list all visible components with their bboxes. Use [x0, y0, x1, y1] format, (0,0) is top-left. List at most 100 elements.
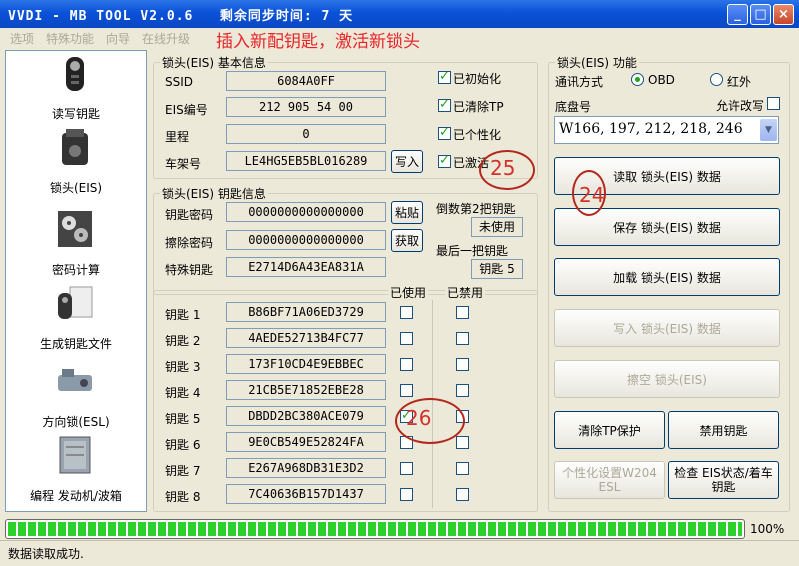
sidebar-item-label: 读写钥匙 [51, 107, 100, 121]
tp-cleared-label: 已清除TP [453, 100, 504, 114]
sidebar-item-label: 方向锁(ESL) [42, 415, 110, 429]
sidebar-item-label: 锁头(EIS) [49, 181, 103, 195]
allow-modify-checkbox[interactable] [767, 97, 780, 110]
menu-options[interactable]: 选项 [10, 30, 34, 47]
ssid-value: 6084A0FF [226, 71, 386, 91]
second-last-key-value: 未使用 [471, 217, 523, 237]
key-disabled-checkbox[interactable] [456, 332, 469, 345]
group-title: 锁头(EIS) 钥匙信息 [162, 187, 266, 201]
annotation-number: 24 [579, 183, 605, 207]
key-disabled-checkbox[interactable] [456, 306, 469, 319]
key-used-checkbox[interactable] [400, 306, 413, 319]
write-eis-button[interactable]: 写入 锁头(EIS) 数据 [554, 309, 780, 347]
sidebar-item-password-calc[interactable]: 密码计算 [6, 209, 146, 279]
sidebar-item-key-file[interactable]: 生成钥匙文件 [6, 283, 146, 353]
key-used-checkbox[interactable] [400, 332, 413, 345]
key-used-checkbox[interactable] [400, 384, 413, 397]
status-bar: 数据读取成功. [0, 540, 799, 566]
key-disabled-checkbox[interactable] [456, 384, 469, 397]
special-key-value: E2714D6A43EA831A [226, 257, 386, 277]
close-button[interactable]: × [773, 4, 794, 25]
progress-fill [8, 522, 742, 536]
key-disabled-checkbox[interactable] [456, 436, 469, 449]
load-eis-button[interactable]: 加载 锁头(EIS) 数据 [554, 258, 780, 296]
last-key-value: 钥匙 5 [471, 259, 523, 279]
key-hash: 7C40636B157D1437 [226, 484, 386, 504]
erase-password-label: 擦除密码 [165, 236, 214, 250]
key-hash: 21CB5E71852EBE28 [226, 380, 386, 400]
key-fob-icon [66, 57, 84, 91]
activated-checkbox[interactable] [438, 153, 451, 168]
key-used-checkbox[interactable] [400, 358, 413, 371]
key-label: 钥匙 2 [165, 334, 201, 348]
key-disabled-checkbox[interactable] [456, 462, 469, 475]
key-label: 钥匙 7 [165, 464, 201, 478]
key-hash: 4AEDE52713B4FC77 [226, 328, 386, 348]
key-disabled-checkbox[interactable] [456, 358, 469, 371]
initialized-checkbox[interactable] [438, 69, 451, 84]
obd-label: OBD [648, 73, 675, 87]
annotation-number: 25 [490, 156, 516, 180]
key-hash: B86BF71A06ED3729 [226, 302, 386, 322]
eis-ignition-icon [62, 129, 88, 165]
key-file-icon [58, 286, 93, 319]
chevron-down-icon[interactable]: ▼ [760, 119, 777, 141]
group-title: 锁头(EIS) 基本信息 [162, 56, 266, 70]
paste-button[interactable]: 粘贴 [391, 201, 423, 224]
gears-icon [58, 211, 92, 247]
key-label: 钥匙 5 [165, 412, 201, 426]
key-label: 钥匙 4 [165, 386, 201, 400]
disabled-column-header: 已禁用 [445, 284, 486, 301]
menu-special-functions[interactable]: 特殊功能 [46, 30, 94, 47]
chassis-select[interactable]: W166, 197, 212, 218, 246 ▼ [554, 116, 779, 144]
allow-modify-label: 允许改写 [716, 99, 765, 113]
infrared-radio[interactable] [710, 73, 723, 86]
key-password-value: 0000000000000000 [226, 202, 386, 222]
disable-key-button[interactable]: 禁用钥匙 [668, 411, 779, 449]
personalized-checkbox[interactable] [438, 125, 451, 140]
key-used-checkbox[interactable] [400, 488, 413, 501]
key-hash: 173F10CD4E9EBBEC [226, 354, 386, 374]
key-label: 钥匙 8 [165, 490, 201, 504]
obd-radio[interactable] [631, 73, 644, 86]
sidebar-item-label: 密码计算 [51, 263, 100, 277]
menu-online-upgrade[interactable]: 在线升级 [142, 30, 190, 47]
check-eis-status-button[interactable]: 检查 EIS状态/着车钥匙 [668, 461, 779, 499]
progress-percent: 100% [750, 522, 785, 536]
sidebar: 读写钥匙 锁头(EIS) 密码计算 生成钥匙文件 方向锁(ESL) 编程 发动机… [5, 50, 147, 512]
personalized-label: 已个性化 [453, 128, 502, 142]
annotation-number: 26 [406, 406, 432, 430]
personalize-w204-esl-button[interactable]: 个性化设置W204 ESL [554, 461, 665, 499]
sidebar-item-engine-gearbox[interactable]: 编程 发动机/波箱 [6, 435, 146, 509]
infrared-label: 红外 [727, 75, 752, 89]
key-label: 钥匙 6 [165, 438, 201, 452]
key-hash: DBDD2BC380ACE079 [226, 406, 386, 426]
used-column-header: 已使用 [388, 284, 429, 301]
vin-write-button[interactable]: 写入 [391, 150, 423, 173]
comm-mode-label: 通讯方式 [555, 75, 604, 89]
key-hash: E267A968DB31E3D2 [226, 458, 386, 478]
sidebar-item-eis[interactable]: 锁头(EIS) [6, 127, 146, 197]
chassis-select-value: W166, 197, 212, 218, 246 [559, 121, 743, 137]
vin-value: LE4HG5EB5BL016289 [226, 151, 386, 171]
maximize-button[interactable]: □ [750, 4, 771, 25]
key-disabled-checkbox[interactable] [456, 488, 469, 501]
sidebar-item-esl[interactable]: 方向锁(ESL) [6, 361, 146, 431]
key-label: 钥匙 3 [165, 360, 201, 374]
menu-wizard[interactable]: 向导 [106, 30, 130, 47]
mileage-value: 0 [226, 124, 386, 144]
tp-cleared-checkbox[interactable] [438, 97, 451, 112]
sidebar-item-key-read-write[interactable]: 读写钥匙 [6, 53, 146, 123]
key-password-label: 钥匙密码 [165, 208, 214, 222]
key-label: 钥匙 1 [165, 308, 201, 322]
clear-tp-button[interactable]: 清除TP保护 [554, 411, 665, 449]
sidebar-item-label: 编程 发动机/波箱 [30, 489, 122, 503]
keys-list-group [153, 290, 538, 512]
window-title: VVDI - MB TOOL V2.0.6 剩余同步时间: 7 天 [8, 9, 354, 24]
steering-lock-icon [58, 369, 92, 391]
ssid-label: SSID [165, 75, 194, 89]
erase-eis-button[interactable]: 擦空 锁头(EIS) [554, 360, 780, 398]
get-button[interactable]: 获取 [391, 229, 423, 252]
minimize-button[interactable]: _ [727, 4, 748, 25]
key-used-checkbox[interactable] [400, 462, 413, 475]
